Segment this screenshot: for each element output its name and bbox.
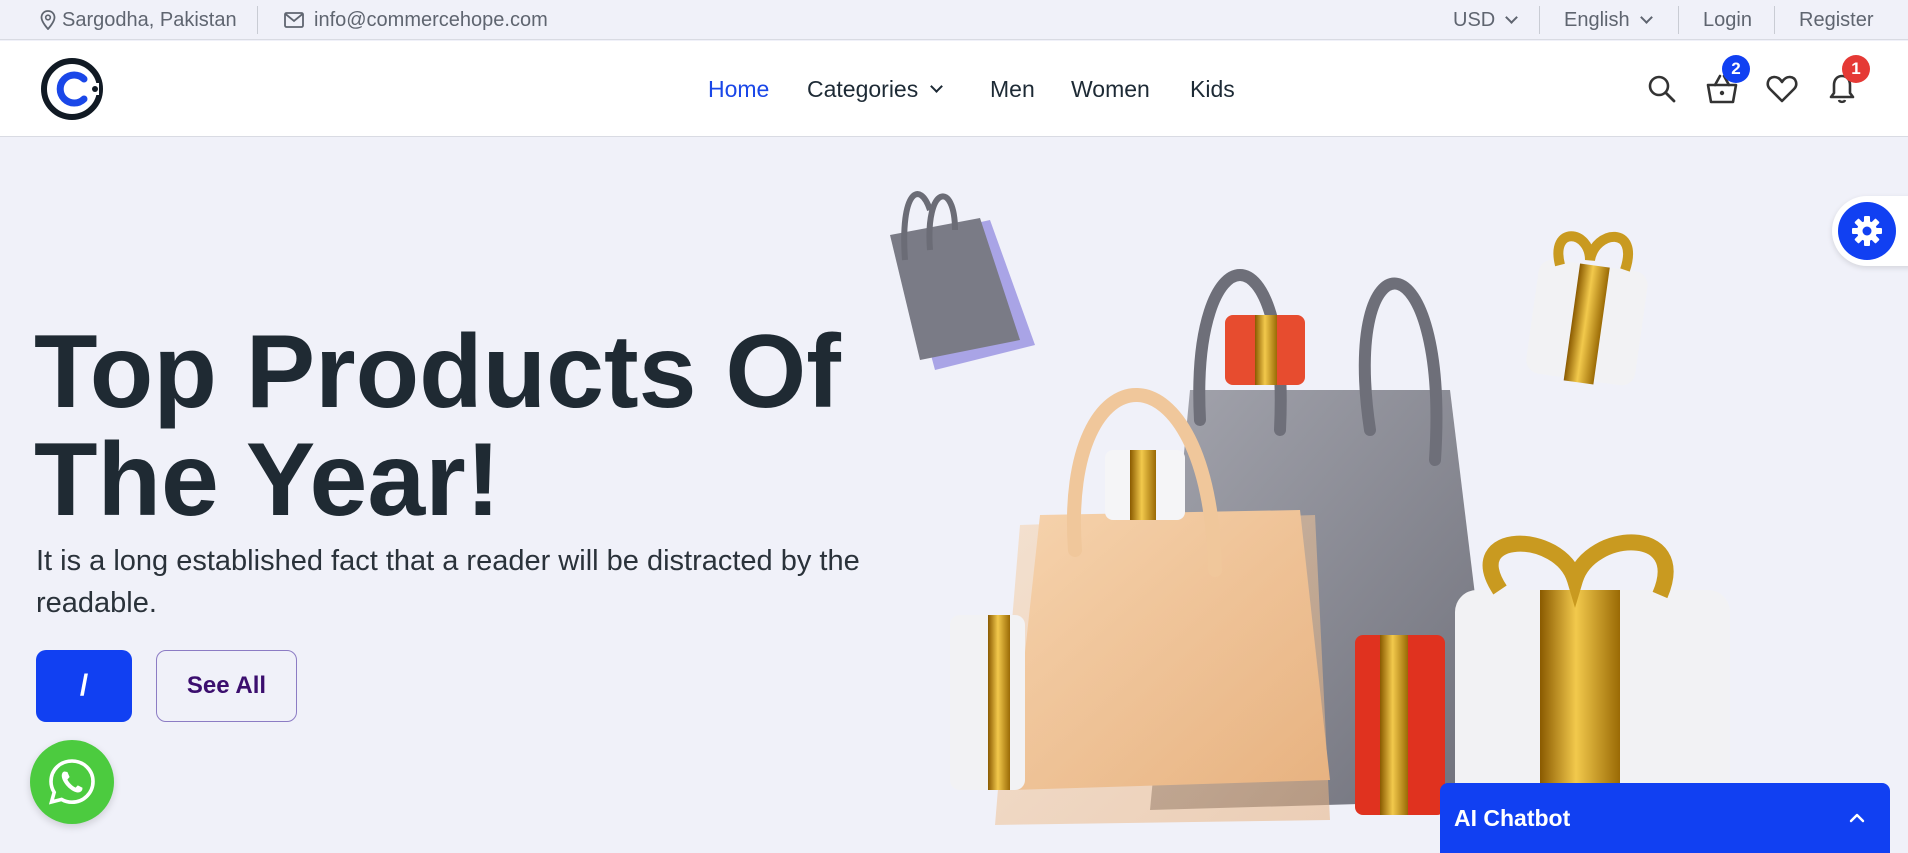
language-select[interactable]: English [1564,0,1653,40]
floating-gift [1526,231,1648,386]
chevron-down-icon [930,80,944,93]
cart-button[interactable]: 2 [1702,55,1750,109]
email-link[interactable]: info@commercehope.com [284,0,548,40]
shopping-bags-illustration [890,191,1730,825]
see-all-button[interactable]: See All [156,650,297,722]
settings-button[interactable] [1838,202,1896,260]
hero-subtitle: It is a long established fact that a rea… [36,545,860,619]
notifications-button[interactable]: 1 [1822,55,1870,109]
login-link[interactable]: Login [1703,0,1752,40]
top-bar: Sargodha, Pakistan info@commercehope.com… [0,0,1908,40]
location-info: Sargodha, Pakistan [40,0,237,40]
nav-men[interactable]: Men [990,41,1035,137]
whatsapp-button[interactable] [30,740,114,824]
nav-home[interactable]: Home [708,41,769,137]
nav-label: Men [990,75,1035,102]
nav-label: Categories [807,75,919,102]
hero-primary-button[interactable]: / [36,650,132,722]
main-header: Home Categories Men Women Kids 2 1 [0,41,1908,137]
ai-chatbot-bar[interactable]: AI Chatbot [1440,783,1890,853]
register-label: Register [1799,8,1874,31]
mail-icon [284,12,304,28]
login-label: Login [1703,8,1752,31]
gear-icon [1852,216,1882,246]
currency-label: USD [1453,8,1496,31]
chevron-down-icon [1505,11,1519,24]
chevron-down-icon [1639,11,1653,24]
logo-mark [41,58,103,120]
search-icon [1648,75,1676,103]
nav-kids[interactable]: Kids [1190,41,1235,137]
floating-bag [890,191,1035,370]
currency-select[interactable]: USD [1453,0,1519,40]
settings-panel-toggle[interactable] [1832,196,1908,266]
language-label: English [1564,8,1630,31]
divider [1678,6,1679,34]
map-pin-icon [40,10,56,30]
brand-logo[interactable] [40,57,104,121]
hero-title-line: Top Products Of [34,314,841,430]
divider [257,6,258,34]
nav-label: Home [708,75,770,102]
email-text: info@commercehope.com [314,8,548,31]
register-link[interactable]: Register [1799,0,1873,40]
large-gift [1455,534,1730,815]
nav-women[interactable]: Women [1071,41,1150,137]
search-button[interactable] [1642,69,1682,109]
whatsapp-icon [48,759,95,805]
cart-count-badge: 2 [1722,55,1750,83]
nav-label: Women [1071,75,1150,102]
notification-count-badge: 1 [1842,55,1870,83]
heart-icon [1766,75,1798,103]
divider [1774,6,1775,34]
wishlist-button[interactable] [1762,69,1802,109]
divider [1539,6,1540,34]
nav-categories[interactable]: Categories [807,41,944,137]
nav-label: Kids [1190,75,1235,102]
location-text: Sargodha, Pakistan [62,8,237,31]
hero-title: Top Products Of The Year! [34,318,874,534]
chatbot-label: AI Chatbot [1454,804,1571,831]
chevron-up-icon[interactable] [1848,809,1866,827]
hero-title-line: The Year! [34,422,501,538]
